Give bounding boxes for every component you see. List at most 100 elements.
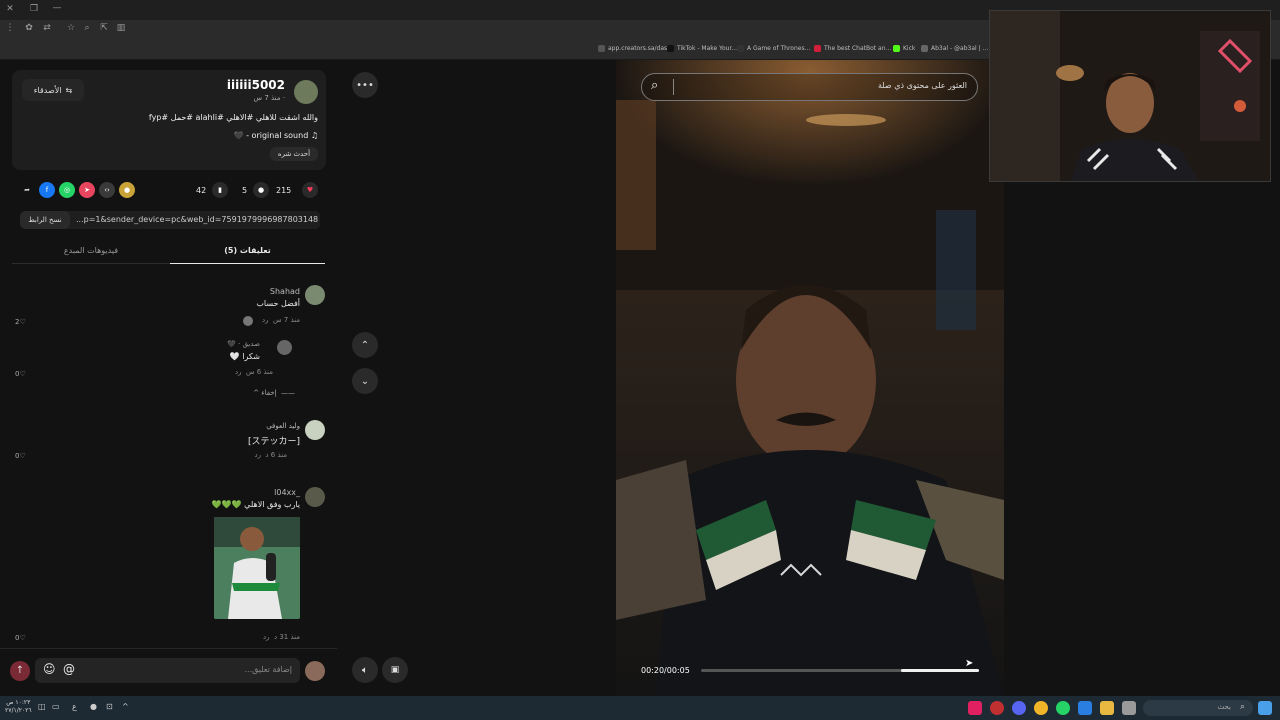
restore-icon[interactable]: ❐	[27, 4, 41, 14]
comment-time: منذ 6 س رد	[235, 368, 273, 376]
author-username[interactable]: iiiiii5002	[227, 78, 285, 92]
sidebar-icon[interactable]: ▥	[114, 23, 128, 33]
comment-author[interactable]: Shahad	[270, 287, 300, 296]
chrome-icon[interactable]	[1034, 701, 1048, 715]
comment-like[interactable]: 0♡	[15, 370, 26, 378]
reply-link[interactable]: رد	[254, 451, 261, 459]
language-icon[interactable]: ع	[72, 702, 77, 711]
mouse-cursor-icon: ➤	[965, 658, 974, 669]
app-icon[interactable]	[1078, 701, 1092, 715]
microphone-icon[interactable]: ●	[90, 702, 97, 711]
comment-photo[interactable]	[214, 517, 300, 619]
bookmark-item[interactable]: The best ChatBot an...	[814, 45, 891, 52]
bookmark-item[interactable]: app.creators.sa/das...	[598, 45, 673, 52]
tiktok-app-icon[interactable]	[968, 701, 982, 715]
comment-text: يارب وفق الاهلي 💚💚💚	[211, 500, 300, 509]
bookmark-favicon-icon	[598, 45, 605, 52]
recent-share-label: أحدث شره	[277, 150, 311, 158]
reply-link[interactable]: رد	[235, 368, 242, 376]
commenter-avatar[interactable]	[305, 420, 325, 440]
reply-link[interactable]: رد	[262, 316, 269, 324]
copy-link-button[interactable]: نسخ الرابط	[20, 211, 70, 229]
comment-like-count: 2	[15, 318, 20, 326]
windows-start-icon[interactable]	[1258, 701, 1272, 715]
extension-icon[interactable]: ✿	[22, 23, 36, 33]
close-icon[interactable]: ✕	[3, 4, 17, 14]
comment-author[interactable]: صديق · 🖤	[227, 340, 260, 348]
comment-input-placeholder: إضافة تعليق...	[244, 665, 292, 674]
next-video-icon[interactable]: ⌄	[352, 368, 378, 394]
hide-replies-button[interactable]: —— إخفاء ^	[253, 389, 295, 397]
comment-like[interactable]: 0♡	[15, 452, 26, 460]
picture-in-picture-icon[interactable]: ▣	[382, 657, 408, 683]
zoom-icon[interactable]: ⌕	[80, 23, 94, 33]
embed-icon[interactable]: ‹›	[99, 182, 115, 198]
video-time: 00:20/00:05	[641, 666, 690, 675]
bookmark-item[interactable]: Kick	[893, 45, 915, 52]
friends-button[interactable]: الأصدقاء ⇆	[22, 79, 84, 101]
coin-icon[interactable]: ●	[119, 182, 135, 198]
bookmark-label: TikTok - Make Your...	[677, 45, 738, 52]
previous-video-icon[interactable]: ⌃	[352, 332, 378, 358]
network-icon[interactable]: ⊡	[106, 702, 113, 711]
comment-compose-bar: إضافة تعليق... ☺ @ ↑	[0, 648, 337, 696]
comment-count: 5	[242, 186, 248, 195]
extension-icon[interactable]: ⋮	[3, 23, 17, 33]
volume-icon[interactable]: 🔈︎	[352, 657, 378, 683]
post-link[interactable]: ...p=1&sender_device=pc&web_id=759197999…	[76, 215, 318, 224]
bookmark-item[interactable]: Ab3al - @ab3al | ...	[921, 45, 988, 52]
comment-icon[interactable]: ●	[253, 182, 269, 198]
mention-icon[interactable]: @	[63, 662, 75, 676]
more-options-icon[interactable]: •••	[352, 72, 378, 98]
minimize-icon[interactable]: —	[50, 3, 64, 13]
recent-share-badge[interactable]: أحدث شره	[270, 147, 318, 161]
comment-time-value: منذ 6 د	[265, 451, 287, 459]
comment-author[interactable]: وليد العوفي	[266, 422, 300, 430]
bookmark-icon[interactable]: ▮	[212, 182, 228, 198]
replier-avatar[interactable]	[277, 340, 292, 355]
system-clock[interactable]: ١٠:٢٣ ص ٢٧/١/٢٠٢٦	[5, 699, 32, 715]
taskbar-search-label: بحث	[1217, 703, 1231, 711]
video-frame	[616, 60, 1004, 696]
tab-creator-videos[interactable]: فيديوهات المبدع	[12, 242, 170, 264]
tab-comments[interactable]: (5) تعليقات	[170, 242, 325, 264]
tray-chevron-icon[interactable]: ^	[122, 702, 129, 711]
whatsapp-app-icon[interactable]	[1056, 701, 1070, 715]
search-bar[interactable]: ⌕ العثور على محتوى ذي صلة	[641, 73, 978, 101]
share-icon[interactable]: ⇱	[97, 23, 111, 33]
comment-like[interactable]: 2♡	[15, 318, 26, 326]
video-player[interactable]: ⌕ العثور على محتوى ذي صلة 00:20/00:05 ➤	[616, 60, 1004, 696]
comment-input[interactable]: إضافة تعليق... ☺ @	[35, 658, 300, 683]
bookmark-item[interactable]: A Game of Thrones...	[737, 45, 810, 52]
like-icon[interactable]: ♥	[302, 182, 318, 198]
bookmark-label: A Game of Thrones...	[747, 45, 811, 52]
bookmark-item[interactable]: TikTok - Make Your...	[667, 45, 737, 52]
post-comment-button[interactable]: ↑	[10, 661, 30, 681]
notification-icon[interactable]: ◫	[38, 702, 46, 711]
search-divider	[673, 79, 674, 95]
display-icon[interactable]: ▭	[52, 702, 60, 711]
webcam-overlay	[989, 10, 1271, 182]
send-icon[interactable]: ➤	[79, 182, 95, 198]
extension-icon[interactable]: ⇄	[40, 23, 54, 33]
emoji-icon[interactable]: ☺	[43, 662, 56, 676]
search-icon[interactable]: ⌕	[651, 78, 658, 93]
store-icon[interactable]	[1122, 701, 1136, 715]
commenter-avatar[interactable]	[305, 487, 325, 507]
app-icon[interactable]	[990, 701, 1004, 715]
reply-link[interactable]: رد	[263, 633, 270, 641]
file-explorer-icon[interactable]	[1100, 701, 1114, 715]
commenter-avatar[interactable]	[305, 285, 325, 305]
whatsapp-icon[interactable]: ◎	[59, 182, 75, 198]
comment-author[interactable]: _l04xx	[274, 488, 300, 497]
facebook-icon[interactable]: f	[39, 182, 55, 198]
post-sound[interactable]: ♫ original sound - 🖤	[234, 131, 318, 140]
share-arrow-icon[interactable]: ➦	[19, 182, 35, 198]
discord-icon[interactable]	[1012, 701, 1026, 715]
comment-like[interactable]: 0♡	[15, 634, 26, 642]
taskbar-search[interactable]: ⌕ بحث	[1143, 700, 1253, 716]
author-avatar[interactable]	[294, 80, 318, 104]
video-progress-bar[interactable]	[701, 669, 979, 672]
search-placeholder: العثور على محتوى ذي صلة	[877, 81, 967, 90]
bookmark-star-icon[interactable]: ☆	[64, 23, 78, 33]
